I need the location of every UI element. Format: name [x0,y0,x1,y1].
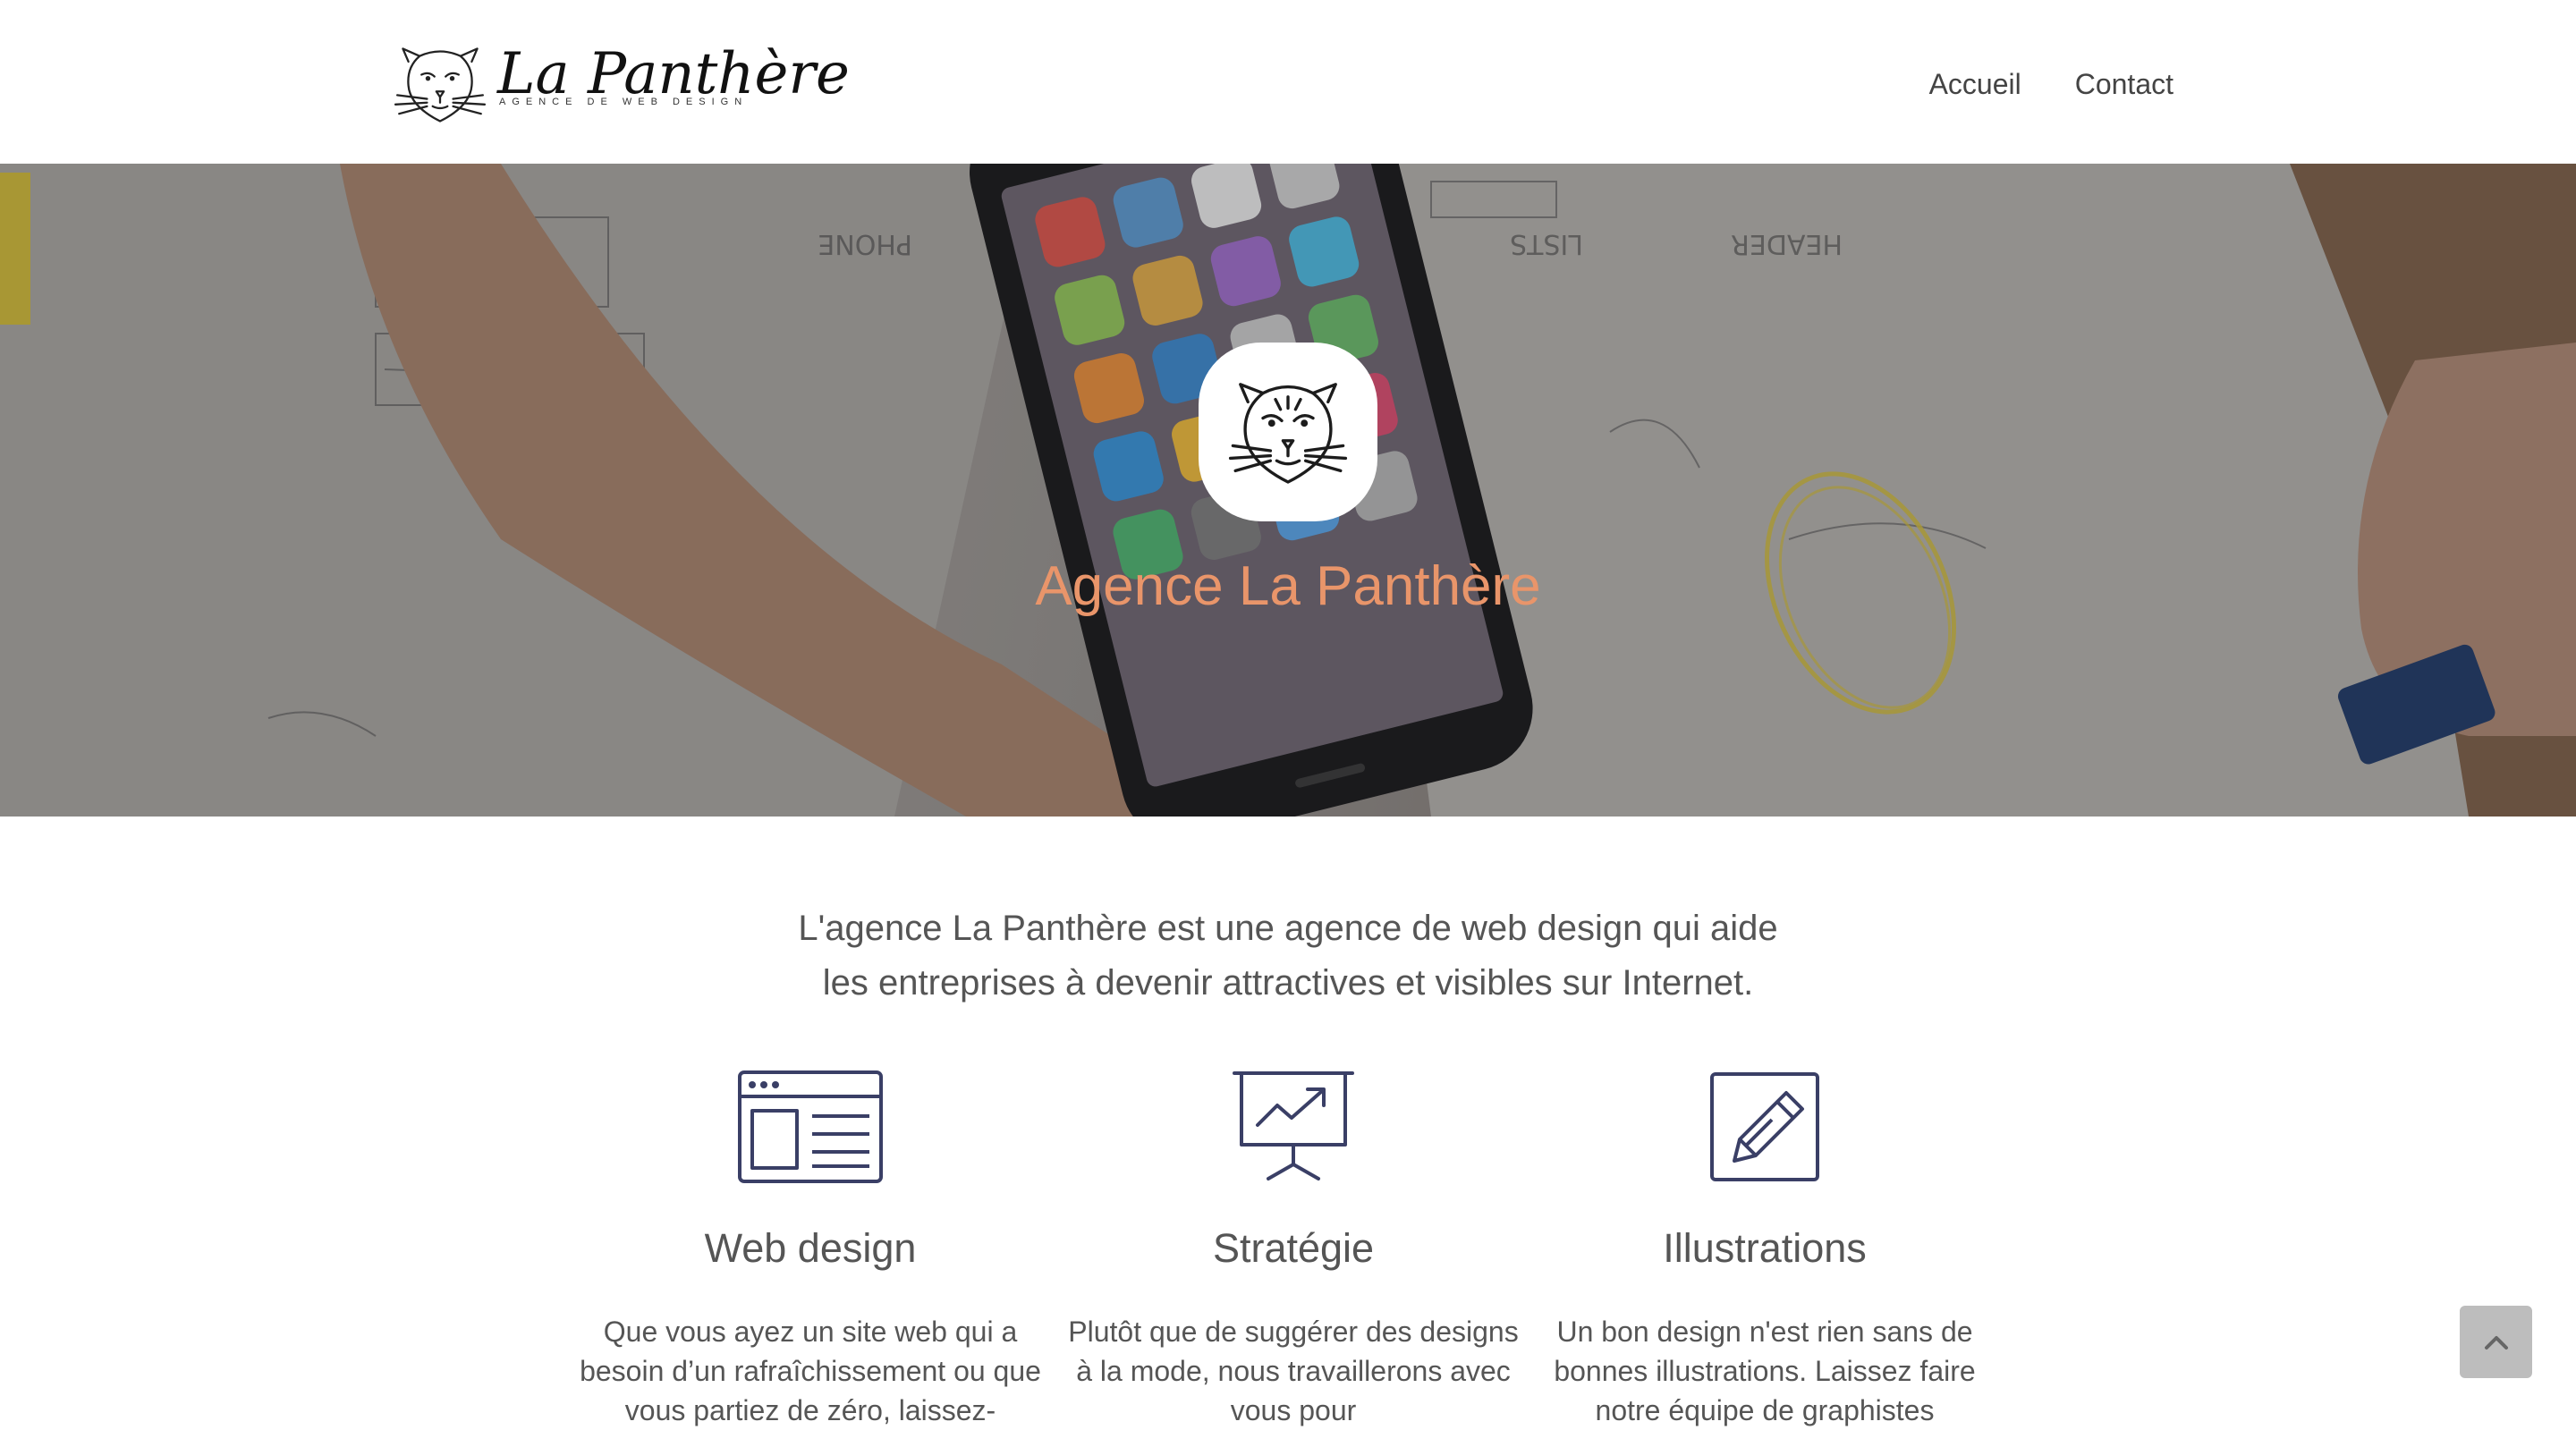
intro-text: L'agence La Panthère est une agence de w… [662,901,1914,1011]
service-description: Un bon design n'est rien sans de bonnes … [1554,1316,1976,1426]
main-nav: Accueil Contact [1929,68,2174,101]
service-title: Stratégie [1212,1225,1375,1271]
back-to-top-button[interactable] [2460,1306,2532,1378]
browser-layout-icon [738,1070,883,1183]
site-logo[interactable]: La Panthère AGENCE DE WEB DESIGN [394,39,850,132]
logo-tagline: AGENCE DE WEB DESIGN [499,97,749,107]
hero-title: Agence La Panthère [1035,555,1541,617]
service-description: Plutôt que de suggérer des designs à la … [1068,1316,1519,1426]
pencil-square-icon [1710,1072,1819,1181]
service-title: Web design [704,1225,917,1271]
service-illustrations: Illustrations Un bon design n'est rien s… [1532,1069,1997,1426]
presentation-chart-icon [1233,1071,1354,1180]
site-header: La Panthère AGENCE DE WEB DESIGN Accueil… [0,0,2576,165]
service-strategie: Stratégie Plutôt que de suggérer des des… [1061,1069,1526,1426]
chevron-up-icon [2484,1335,2508,1350]
service-description: Que vous ayez un site web qui a besoin d… [580,1316,1041,1426]
intro-line-2: les entreprises à devenir attractives et… [822,963,1754,1003]
hero-banner: PHONE LISTS HEADER Agence La Panthère [0,164,2576,817]
nav-link-accueil[interactable]: Accueil [1929,68,2021,101]
service-web-design: Web design Que vous ayez un site web qui… [578,1069,1043,1426]
panther-logo-icon [394,47,487,123]
intro-line-1: L'agence La Panthère est une agence de w… [798,909,1778,948]
service-title: Illustrations [1663,1225,1867,1271]
panther-head-icon [1228,383,1348,484]
hero-logo-badge [1199,343,1377,521]
nav-link-contact[interactable]: Contact [2075,68,2174,101]
